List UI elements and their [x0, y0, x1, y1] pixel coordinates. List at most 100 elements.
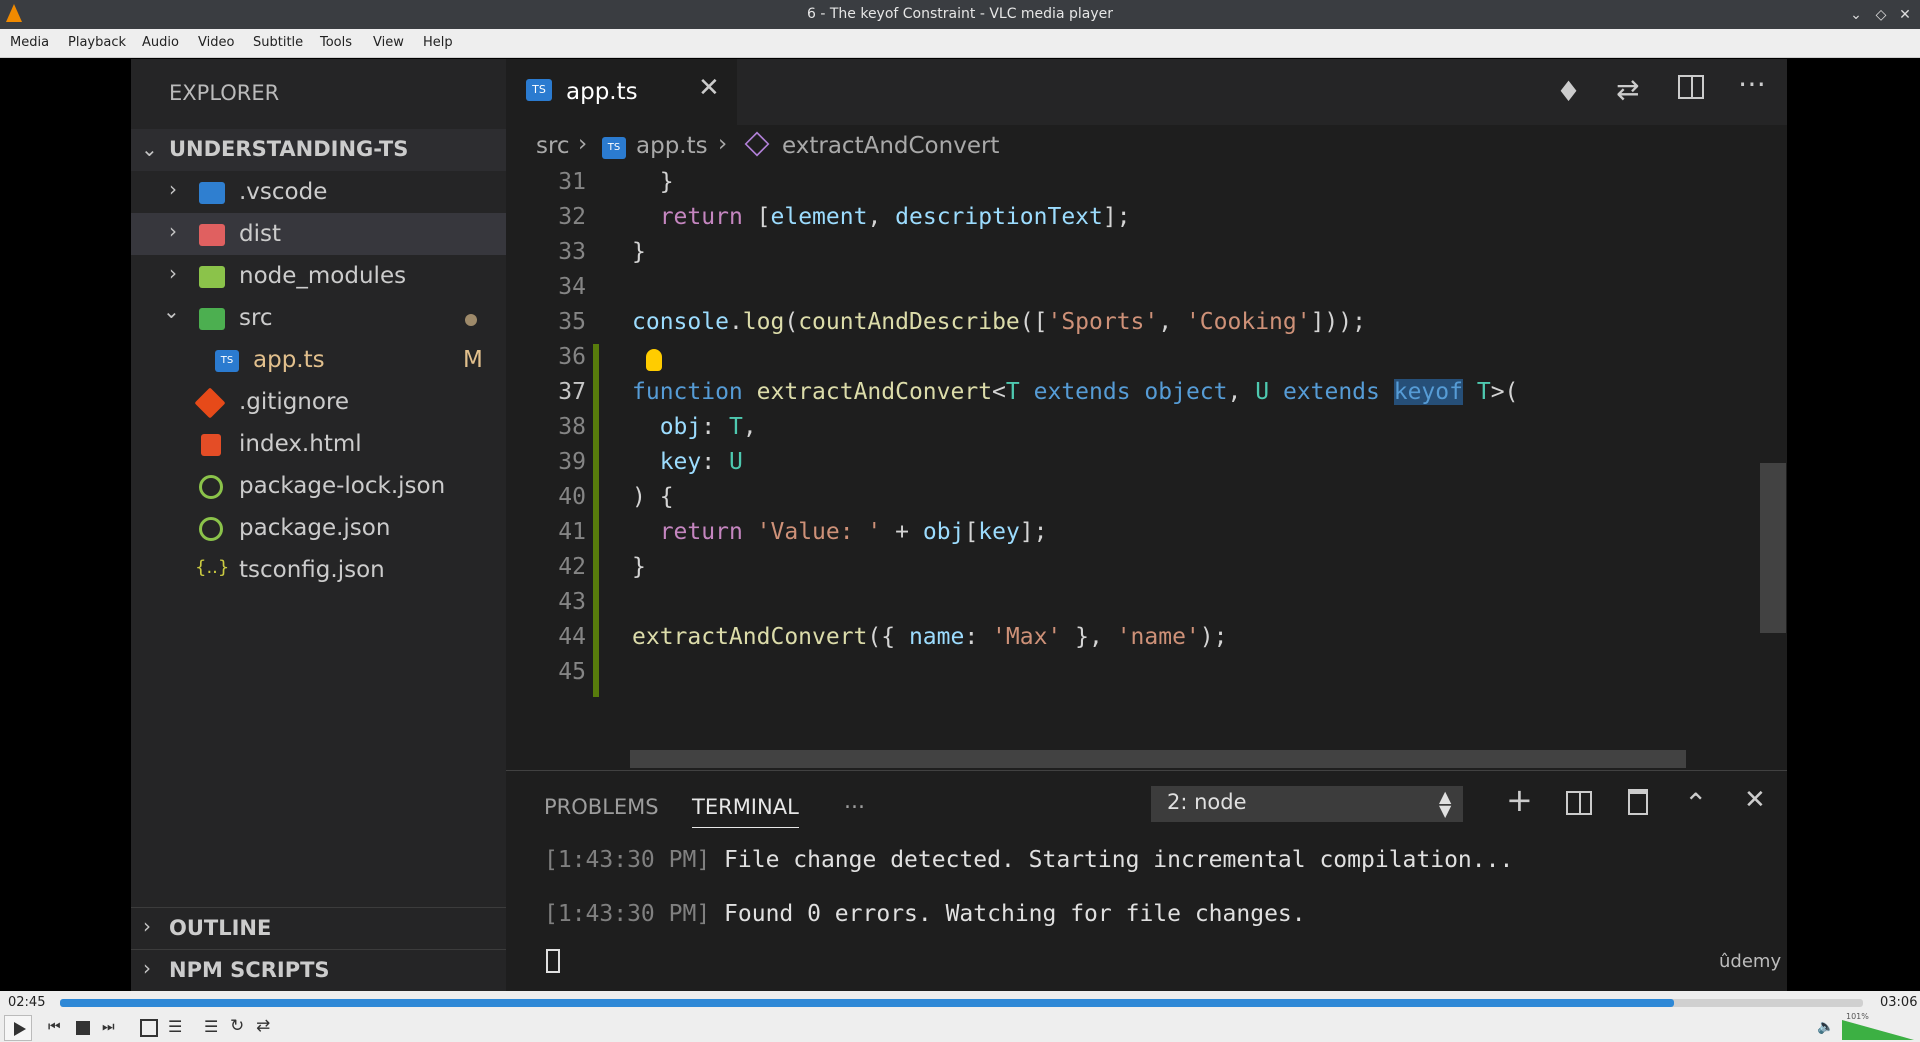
menu-playback[interactable]: Playback [68, 35, 126, 50]
tab-problems[interactable]: PROBLEMS [544, 795, 659, 819]
previous-icon[interactable]: ⏮ [48, 1019, 61, 1035]
menu-subtitle[interactable]: Subtitle [253, 35, 303, 50]
outline-section[interactable]: › OUTLINE [131, 907, 506, 949]
chevron-right-icon: › [143, 956, 151, 980]
split-terminal-icon[interactable] [1566, 791, 1592, 815]
fullscreen-icon[interactable] [140, 1019, 158, 1037]
tree-item-label: app.ts [253, 347, 325, 373]
maximize-panel-icon[interactable]: ⌃ [1684, 787, 1707, 820]
code-line: } [632, 239, 646, 265]
menu-audio[interactable]: Audio [142, 35, 179, 50]
outline-label: OUTLINE [169, 916, 272, 940]
seek-bar-fill [60, 999, 1674, 1007]
stop-icon[interactable] [76, 1021, 90, 1035]
node-file-icon [199, 475, 223, 499]
shuffle-icon[interactable]: ⇄ [256, 1016, 270, 1036]
breadcrumb-item[interactable]: extractAndConvert [782, 133, 999, 159]
playlist-icon[interactable]: ☰ [204, 1017, 218, 1036]
git-compare-icon[interactable]: ♦ [1556, 75, 1581, 108]
open-changes-icon[interactable]: ⇄ [1616, 73, 1639, 106]
volume-fill [1842, 1020, 1914, 1040]
close-window-icon[interactable]: ✕ [1895, 5, 1915, 25]
folder-vscode-icon [199, 182, 225, 204]
breadcrumb-item[interactable]: src [536, 133, 570, 159]
tree-item-dist[interactable]: › dist [131, 213, 506, 255]
tree-item-index-html[interactable]: index.html [131, 423, 506, 465]
terminal-line: [1:43:30 PM] File change detected. Start… [544, 847, 1513, 873]
menu-tools[interactable]: Tools [320, 35, 352, 50]
editor: TS app.ts ✕ ♦ ⇄ ⋯ src › TS app.ts › extr… [506, 59, 1787, 991]
menu-view[interactable]: View [373, 35, 404, 50]
typescript-file-icon: TS [602, 137, 626, 159]
code-area[interactable]: } return [element, descriptionText]; } c… [506, 165, 1746, 665]
menu-video[interactable]: Video [198, 35, 234, 50]
terminal-select-value: 2: node [1167, 790, 1247, 814]
explorer-sidebar: EXPLORER ⌄ UNDERSTANDING-TS › .vscode › … [131, 59, 506, 991]
panel-more-icon[interactable]: ... [844, 789, 865, 814]
extended-settings-icon[interactable]: ☰ [168, 1017, 182, 1036]
close-tab-icon[interactable]: ✕ [698, 73, 720, 103]
lightbulb-icon[interactable] [646, 349, 662, 371]
typescript-file-icon: TS [215, 350, 239, 372]
code-line: } [632, 554, 646, 580]
seek-bar[interactable] [60, 999, 1863, 1007]
udemy-watermark: ûdemy [1719, 951, 1782, 972]
more-actions-icon[interactable]: ⋯ [1738, 67, 1766, 100]
git-file-icon [194, 387, 226, 419]
menu-help[interactable]: Help [423, 35, 453, 50]
breadcrumb: src › TS app.ts › extractAndConvert [506, 125, 1787, 165]
trash-icon[interactable] [1628, 789, 1648, 815]
tree-item-vscode[interactable]: › .vscode [131, 171, 506, 213]
menu-media[interactable]: Media [10, 35, 49, 50]
tree-item-package-lock[interactable]: package-lock.json [131, 465, 506, 507]
close-panel-icon[interactable]: ✕ [1744, 785, 1766, 815]
terminal-select[interactable]: 2: node ▲ ▼ [1151, 786, 1463, 822]
total-time: 03:06 [1880, 995, 1918, 1010]
modified-dot-icon [465, 314, 477, 326]
project-header[interactable]: ⌄ UNDERSTANDING-TS [131, 129, 506, 171]
tree-item-label: .gitignore [239, 389, 350, 415]
menu-bar: Media Playback Audio Video Subtitle Tool… [0, 29, 1920, 58]
volume-slider[interactable] [1842, 1020, 1914, 1040]
split-editor-icon[interactable] [1678, 75, 1704, 99]
tree-item-gitignore[interactable]: .gitignore [131, 381, 506, 423]
breadcrumb-item[interactable]: app.ts [636, 133, 708, 159]
code-line: return [element, descriptionText]; [659, 204, 1131, 230]
play-button[interactable] [4, 1015, 32, 1041]
terminal-message: Found 0 errors. Watching for file change… [724, 901, 1306, 927]
volume-icon[interactable]: 🔈 [1817, 1019, 1834, 1035]
tree-item-package-json[interactable]: package.json [131, 507, 506, 549]
node-file-icon [199, 517, 223, 541]
code-line: key: U [659, 449, 743, 475]
horizontal-scrollbar[interactable] [630, 750, 1686, 768]
minimize-icon[interactable]: ⌄ [1846, 5, 1866, 25]
next-icon[interactable]: ⏭ [102, 1019, 115, 1035]
code-line: function extractAndConvert<T extends obj… [632, 379, 1519, 405]
code-line: obj: T, [659, 414, 757, 440]
tab-app-ts[interactable]: TS app.ts ✕ [506, 59, 737, 125]
tab-terminal[interactable]: TERMINAL [692, 795, 799, 828]
npm-scripts-section[interactable]: › NPM SCRIPTS [131, 949, 506, 991]
tree-item-label: tsconfig.json [239, 557, 385, 583]
tree-item-label: dist [239, 221, 281, 247]
code-line: return 'Value: ' + obj[key]; [659, 519, 1048, 545]
chevron-right-icon: › [169, 177, 177, 201]
loop-icon[interactable]: ↻ [230, 1016, 244, 1036]
tree-item-src[interactable]: ⌄ src [131, 297, 506, 339]
elapsed-time: 02:45 [8, 995, 46, 1010]
vertical-scrollbar[interactable] [1760, 463, 1786, 633]
chevron-down-icon: ⌄ [141, 137, 158, 161]
tree-item-node-modules[interactable]: › node_modules [131, 255, 506, 297]
video-area[interactable]: EXPLORER ⌄ UNDERSTANDING-TS › .vscode › … [0, 59, 1920, 991]
maximize-icon[interactable]: ◇ [1871, 5, 1891, 25]
tree-item-label: node_modules [239, 263, 407, 289]
html-file-icon [201, 434, 221, 456]
window-title: 6 - The keyof Constraint - VLC media pla… [806, 6, 1113, 22]
code-line: ) { [632, 484, 674, 510]
code-line: extractAndConvert({ name: 'Max' }, 'name… [632, 624, 1228, 650]
tree-item-tsconfig[interactable]: {..} tsconfig.json [131, 549, 506, 591]
tree-item-app-ts[interactable]: TS app.ts M [131, 339, 506, 381]
terminal-message: File change detected. Starting increment… [724, 847, 1514, 873]
new-terminal-icon[interactable]: + [1506, 781, 1533, 819]
player-controls: 02:45 03:06 ⏮ ⏭ ☰ ☰ ↻ ⇄ 🔈 101% [0, 991, 1920, 1042]
